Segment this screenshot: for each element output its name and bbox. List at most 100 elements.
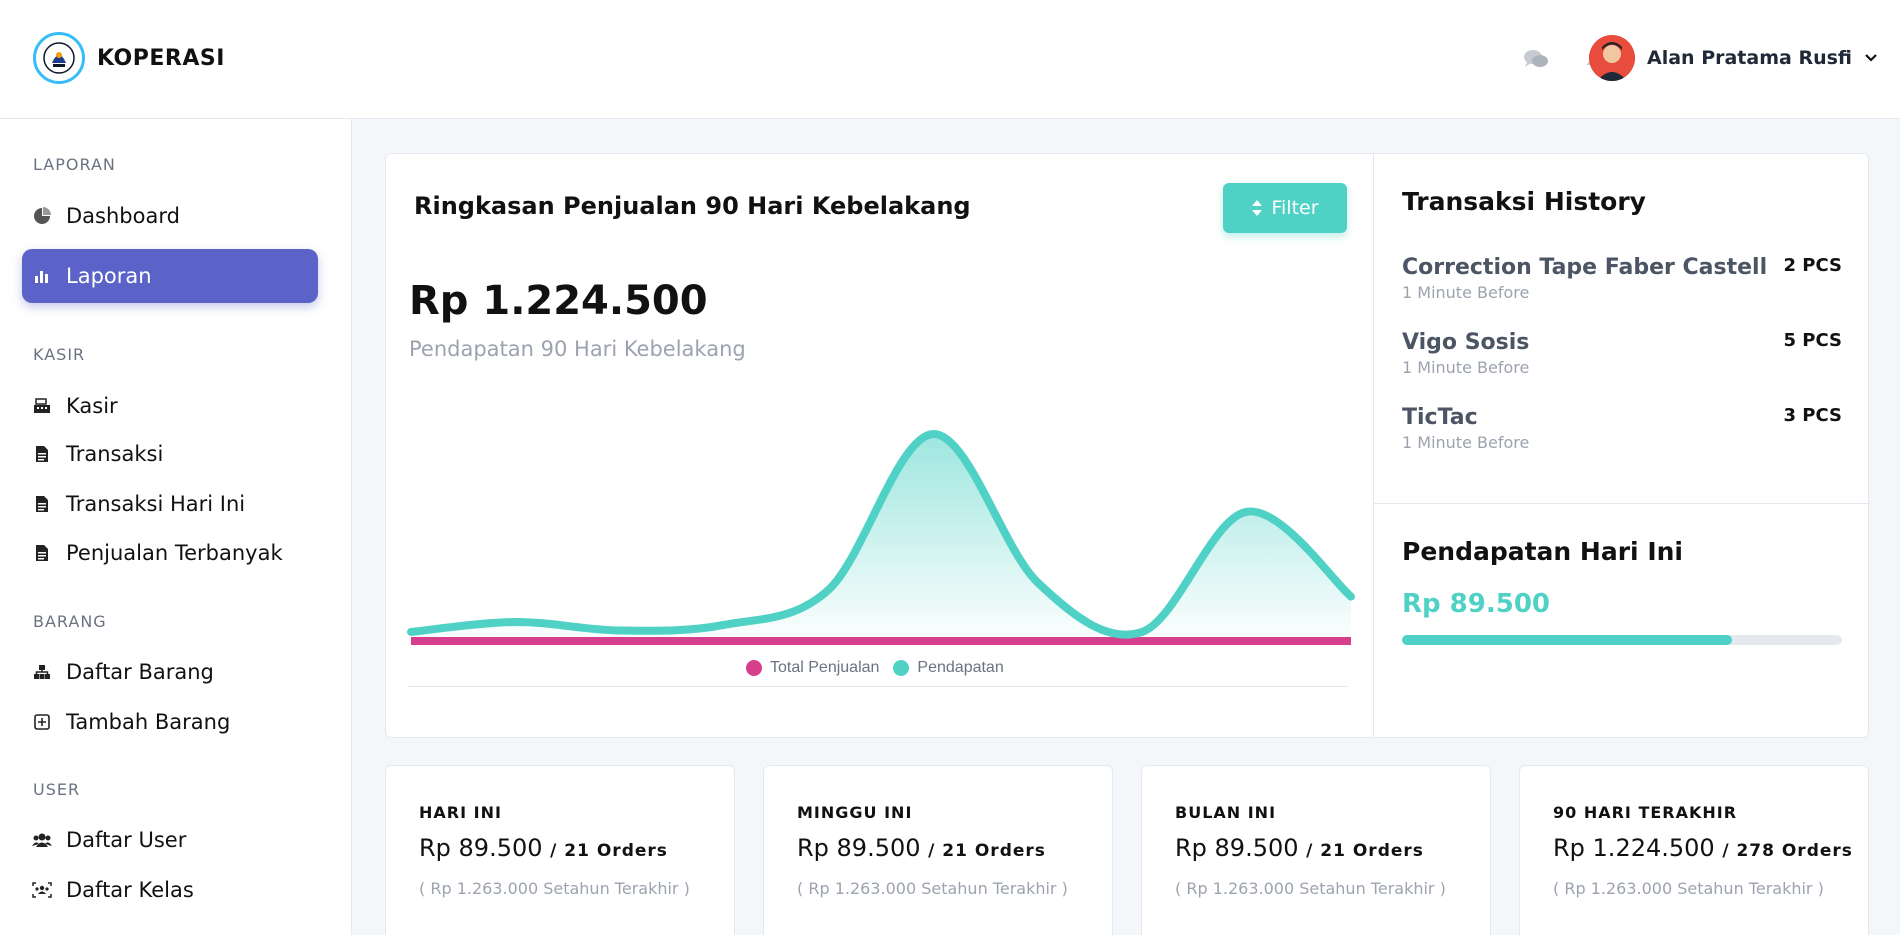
plus-square-icon <box>32 712 52 732</box>
stat-amount: Rp 89.500 <box>1175 834 1299 862</box>
stat-label: HARI INI <box>419 803 502 822</box>
history-item-qty: 2 PCS <box>1783 255 1843 276</box>
stat-value: Rp 89.500 / 21 Orders <box>1175 834 1424 862</box>
stat-label: 90 HARI TERAKHIR <box>1553 803 1738 822</box>
income-progress-bar <box>1402 635 1842 645</box>
legend-item[interactable]: Pendapatan <box>893 659 1004 677</box>
chart-title: Ringkasan Penjualan 90 Hari Kebelakang <box>414 192 971 220</box>
stat-amount: Rp 89.500 <box>419 834 543 862</box>
sales-summary-card: Ringkasan Penjualan 90 Hari Kebelakang F… <box>385 153 1870 739</box>
sidebar-item-label: Laporan <box>66 264 152 288</box>
sidebar-item-daftar-user[interactable]: Daftar User <box>22 813 318 867</box>
avatar <box>1589 35 1636 81</box>
history-item-time: 1 Minute Before <box>1402 358 1530 377</box>
stat-amount: Rp 89.500 <box>797 834 921 862</box>
stat-label: MINGGU INI <box>797 803 913 822</box>
history-item-name: Vigo Sosis <box>1402 330 1530 355</box>
history-title: Transaksi History <box>1402 187 1646 216</box>
history-item-time: 1 Minute Before <box>1402 433 1530 452</box>
legend-label: Total Penjualan <box>770 659 880 676</box>
total-revenue: Rp 1.224.500 <box>409 278 708 324</box>
sort-icon <box>1252 200 1263 216</box>
chat-icon[interactable] <box>1522 45 1550 73</box>
legend-dot <box>746 660 762 676</box>
users-icon <box>32 830 52 850</box>
sidebar-item-label: Tambah Barang <box>66 710 231 734</box>
history-item-time: 1 Minute Before <box>1402 283 1530 302</box>
brand[interactable]: KOPERASI <box>33 32 225 84</box>
stat-orders: / 21 Orders <box>928 841 1046 861</box>
list-item[interactable]: Correction Tape Faber Castell 1 Minute B… <box>1402 255 1842 302</box>
stat-orders: / 21 Orders <box>1306 841 1424 861</box>
total-revenue-caption: Pendapatan 90 Hari Kebelakang <box>409 337 746 361</box>
sidebar-item-label: Transaksi <box>66 442 164 466</box>
chevron-down-icon[interactable] <box>1864 51 1878 65</box>
income-today-value: Rp 89.500 <box>1402 589 1551 619</box>
income-today-title: Pendapatan Hari Ini <box>1402 537 1683 566</box>
pie-chart-icon <box>32 206 52 226</box>
section-label-kasir: KASIR <box>33 345 86 364</box>
section-label-barang: BARANG <box>33 612 107 631</box>
class-icon <box>32 880 52 900</box>
sidebar-item-tambah-barang[interactable]: Tambah Barang <box>22 695 318 749</box>
legend-item[interactable]: Total Penjualan <box>746 659 879 677</box>
divider <box>408 686 1348 687</box>
stat-card-week: MINGGU INI Rp 89.500 / 21 Orders ( Rp 1.… <box>763 765 1113 935</box>
sidebar-item-label: Transaksi Hari Ini <box>66 492 246 516</box>
sidebar-item-daftar-kelas[interactable]: Daftar Kelas <box>22 863 318 917</box>
file-icon <box>32 543 52 563</box>
sidebar-item-label: Kasir <box>66 394 118 418</box>
filter-button[interactable]: Filter <box>1223 183 1347 233</box>
stat-amount: Rp 1.224.500 <box>1553 834 1715 862</box>
stat-orders: / 278 Orders <box>1722 841 1853 861</box>
koperasi-logo-icon <box>33 32 85 84</box>
chart-legend: Total Penjualan Pendapatan <box>746 659 1004 677</box>
filter-label: Filter <box>1271 197 1319 219</box>
stat-sub: ( Rp 1.263.000 Setahun Terakhir ) <box>1175 879 1446 898</box>
stat-sub: ( Rp 1.263.000 Setahun Terakhir ) <box>797 879 1068 898</box>
sidebar-item-dashboard[interactable]: Dashboard <box>22 189 318 243</box>
file-icon <box>32 494 52 514</box>
stat-value: Rp 89.500 / 21 Orders <box>419 834 668 862</box>
history-item-qty: 3 PCS <box>1783 405 1843 426</box>
stat-sub: ( Rp 1.263.000 Setahun Terakhir ) <box>1553 879 1824 898</box>
income-progress-fill <box>1402 635 1732 645</box>
sidebar: LAPORAN Dashboard Laporan KASIR Kasir Tr… <box>0 119 352 935</box>
series-area-pendapatan <box>411 433 1351 639</box>
sidebar-item-label: Daftar User <box>66 828 187 852</box>
file-icon <box>32 444 52 464</box>
sidebar-item-label: Daftar Kelas <box>66 878 194 902</box>
sidebar-item-laporan[interactable]: Laporan <box>22 249 318 303</box>
stat-orders: / 21 Orders <box>550 841 668 861</box>
cash-register-icon <box>32 396 52 416</box>
history-item-name: TicTac <box>1402 405 1478 430</box>
user-name: Alan Pratama Rusfi <box>1647 47 1852 69</box>
sidebar-item-penjualan-terbanyak[interactable]: Penjualan Terbanyak <box>22 526 318 580</box>
sidebar-item-kasir[interactable]: Kasir <box>22 379 318 433</box>
section-label-user: USER <box>33 780 81 799</box>
sidebar-item-label: Penjualan Terbanyak <box>66 541 283 565</box>
user-menu[interactable]: Alan Pratama Rusfi <box>1589 35 1878 81</box>
bar-chart-icon <box>32 266 52 286</box>
sidebar-item-transaksi[interactable]: Transaksi <box>22 427 318 481</box>
list-item[interactable]: Vigo Sosis 1 Minute Before 5 PCS <box>1402 330 1842 377</box>
income-today-panel: Pendapatan Hari Ini Rp 89.500 <box>1374 504 1870 739</box>
stat-card-today: HARI INI Rp 89.500 / 21 Orders ( Rp 1.26… <box>385 765 735 935</box>
sidebar-item-label: Daftar Barang <box>66 660 214 684</box>
legend-dot <box>893 660 910 676</box>
stat-label: BULAN INI <box>1175 803 1277 822</box>
chart-panel: Ringkasan Penjualan 90 Hari Kebelakang F… <box>386 154 1374 739</box>
list-item[interactable]: TicTac 1 Minute Before 3 PCS <box>1402 405 1842 452</box>
stat-value: Rp 1.224.500 / 278 Orders <box>1553 834 1853 862</box>
sidebar-item-daftar-barang[interactable]: Daftar Barang <box>22 645 318 699</box>
revenue-area-chart <box>407 429 1355 645</box>
transaction-history-panel: Transaksi History Correction Tape Faber … <box>1374 154 1870 504</box>
stat-card-90-days: 90 HARI TERAKHIR Rp 1.224.500 / 278 Orde… <box>1519 765 1869 935</box>
top-header: KOPERASI Alan Pratama Rusfi <box>0 0 1900 119</box>
sidebar-item-transaksi-hari-ini[interactable]: Transaksi Hari Ini <box>22 477 318 531</box>
stat-sub: ( Rp 1.263.000 Setahun Terakhir ) <box>419 879 690 898</box>
sidebar-item-label: Dashboard <box>66 204 180 228</box>
sitemap-icon <box>32 662 52 682</box>
stat-card-month: BULAN INI Rp 89.500 / 21 Orders ( Rp 1.2… <box>1141 765 1491 935</box>
brand-name: KOPERASI <box>97 45 225 71</box>
